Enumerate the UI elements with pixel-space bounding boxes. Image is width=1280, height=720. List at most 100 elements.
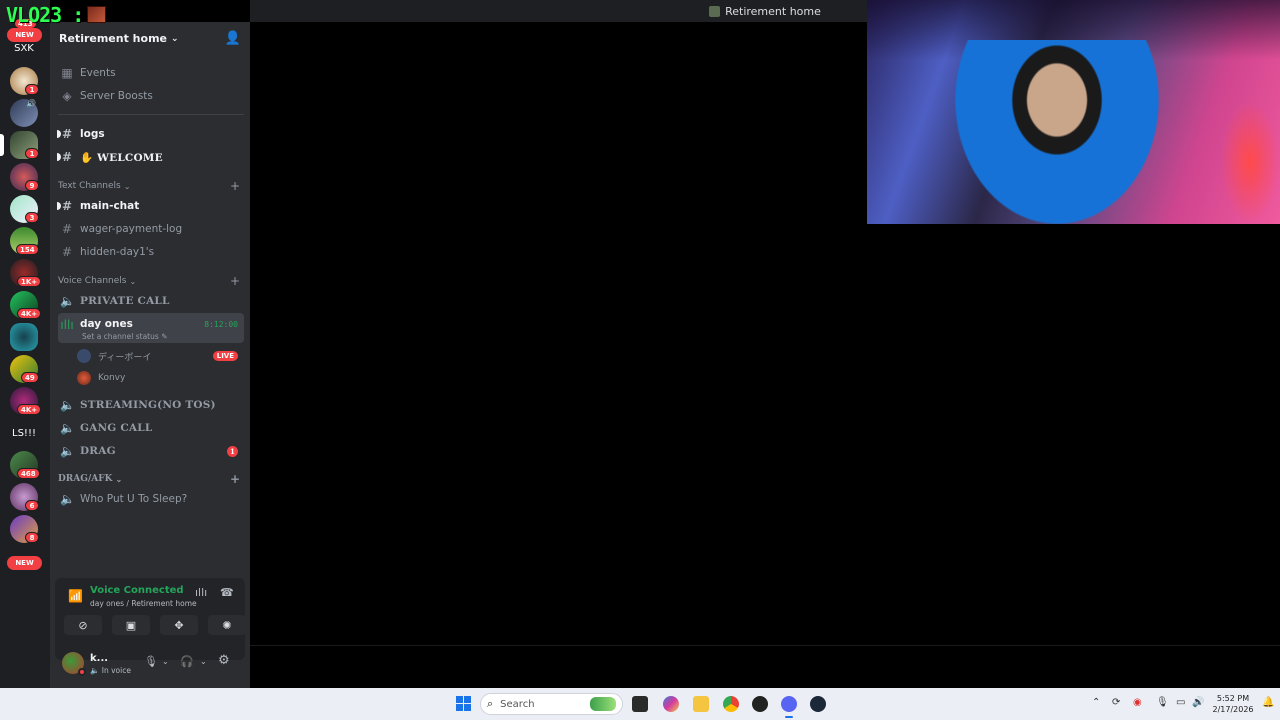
voice-channel-afk[interactable]: 🔈 Who Put U To Sleep? <box>58 489 244 509</box>
avatar <box>77 371 91 385</box>
stream-overlay-tag: VLO23 : <box>6 3 84 27</box>
taskbar-search[interactable]: ⌕ Search <box>480 693 623 715</box>
calendar-icon: ▦ <box>61 66 73 80</box>
gear-icon[interactable]: ⚙ <box>218 653 230 668</box>
channel-wager-payment-log[interactable]: # wager-payment-log <box>58 219 244 239</box>
voice-connected-subtitle[interactable]: day ones / Retirement home <box>90 599 197 608</box>
file-explorer-icon[interactable] <box>693 696 709 712</box>
discord-icon[interactable] <box>781 696 797 712</box>
volume-icon[interactable]: 🔊 <box>1192 697 1204 708</box>
voice-channel-streaming[interactable]: 🔈 STREAMING(NO TOS) <box>58 395 244 415</box>
soundboard-button[interactable]: ✺ <box>208 615 246 635</box>
notifications-icon[interactable]: 🔔 <box>1262 697 1274 708</box>
category-voice-channels[interactable]: Voice Channels ⌄ + <box>58 274 244 288</box>
noise-suppression-icon[interactable]: ıllı <box>195 586 207 599</box>
server-item-label[interactable]: LS!!! <box>0 428 48 439</box>
channel-main-chat[interactable]: # main-chat <box>57 196 244 216</box>
chevron-down-icon[interactable]: ⌄ <box>200 657 207 666</box>
microphone-icon[interactable]: 🎙 <box>144 655 158 668</box>
chevron-down-icon: ⌄ <box>123 181 131 191</box>
voice-channel-gang-call[interactable]: 🔈 GANG CALL <box>58 418 244 438</box>
screen-share-icon: ▣ <box>125 618 137 632</box>
disconnect-icon[interactable]: ☎ <box>220 586 234 599</box>
add-channel-icon[interactable]: + <box>230 179 240 193</box>
chrome-icon[interactable] <box>723 696 739 712</box>
windows-start-icon[interactable] <box>456 696 471 711</box>
hash-icon: # <box>61 222 73 236</box>
boost-icon: ◈ <box>62 89 72 103</box>
new-unreads-pill[interactable]: NEW <box>7 28 42 42</box>
voice-channel-day-ones[interactable]: ıllı day ones 8:12:00 Set a channel stat… <box>58 313 244 343</box>
server-badge: 1 <box>25 84 39 95</box>
voice-user[interactable]: ディーボーイ LIVE <box>77 347 242 365</box>
voice-channel-private-call[interactable]: 🔈 PRIVATE CALL <box>58 291 244 311</box>
streamer-image <box>942 40 1172 224</box>
divider <box>58 114 244 115</box>
soundboard-icon: ✺ <box>222 618 232 632</box>
category-drag-afk[interactable]: DRAG/AFK ⌄ + <box>58 472 244 486</box>
add-member-icon[interactable]: 👤 <box>225 31 241 46</box>
hash-icon: # <box>61 127 73 141</box>
add-channel-icon[interactable]: + <box>230 274 240 288</box>
channel-status-prompt[interactable]: Set a channel status ✎ <box>82 332 167 341</box>
search-icon: ⌕ <box>487 697 494 710</box>
chevron-down-icon[interactable]: ⌄ <box>162 657 169 666</box>
voice-user-name: ディーボーイ <box>98 352 152 363</box>
channel-sidebar: Retirement home ⌄ 👤 ▦ Events ◈ Server Bo… <box>50 22 250 688</box>
app-tray-icon[interactable]: ◉ <box>1133 697 1142 708</box>
server-badge: 4K+ <box>17 404 42 415</box>
channel-label: day ones <box>80 318 133 330</box>
headphones-icon[interactable]: 🎧 <box>180 655 194 668</box>
channel-label: ✋ WELCOME <box>80 151 163 164</box>
server-badge: 1K+ <box>17 276 42 287</box>
activities-button[interactable]: ✥ <box>160 615 198 635</box>
server-badge: 468 <box>17 468 40 479</box>
channel-welcome[interactable]: # ✋ WELCOME <box>57 147 244 167</box>
light-glow <box>1220 100 1280 224</box>
channel-label: wager-payment-log <box>80 223 183 235</box>
screen-share-button[interactable]: ▣ <box>112 615 150 635</box>
voice-channel-drag[interactable]: 🔈 DRAG 1 <box>58 441 244 461</box>
events-item[interactable]: ▦ Events <box>58 63 244 83</box>
user-status: 🔈 In voice <box>90 666 131 675</box>
sync-icon[interactable]: ⟳ <box>1112 697 1120 708</box>
live-badge: LIVE <box>212 351 238 361</box>
category-text-channels[interactable]: Text Channels ⌄ + <box>58 179 244 193</box>
user-panel: k... 🔈 In voice 🎙 ⌄ 🎧 ⌄ ⚙ <box>50 644 250 688</box>
speaker-icon: 🔈 <box>60 492 75 506</box>
server-badge: 154 <box>16 244 39 255</box>
server-badge: 9 <box>25 180 39 191</box>
hash-icon: # <box>61 150 73 164</box>
server-item-label[interactable]: SXK <box>0 43 48 54</box>
channel-logs[interactable]: # logs <box>57 124 244 144</box>
system-clock[interactable]: 5:52 PM 2/17/2026 <box>1210 693 1256 715</box>
copilot-icon[interactable] <box>663 696 679 712</box>
user-name[interactable]: k... <box>90 653 108 664</box>
microphone-icon[interactable]: 🎙 <box>1156 697 1169 708</box>
server-badge: 1 <box>25 148 39 159</box>
new-unreads-pill[interactable]: NEW <box>7 556 42 570</box>
server-item[interactable] <box>10 323 38 351</box>
add-channel-icon[interactable]: + <box>230 472 240 486</box>
chevron-up-icon[interactable]: ⌃ <box>1092 697 1100 708</box>
channel-label: logs <box>80 128 105 140</box>
voice-user[interactable]: Konvy <box>77 369 242 387</box>
speaker-icon: 🔈 <box>60 294 76 308</box>
app-icon[interactable] <box>752 696 768 712</box>
server-name: Retirement home <box>59 32 167 45</box>
task-view-icon[interactable] <box>632 696 648 712</box>
network-icon[interactable]: ▭ <box>1176 697 1185 708</box>
channel-label: PRIVATE CALL <box>80 295 170 307</box>
server-boosts-label: Server Boosts <box>80 90 153 102</box>
voice-connected-title[interactable]: Voice Connected <box>90 585 184 596</box>
camera-toggle-button[interactable]: ⊘ <box>64 615 102 635</box>
webcam-overlay <box>867 0 1280 224</box>
status-prompt-text: Set a channel status <box>82 332 159 341</box>
channel-label: STREAMING(NO TOS) <box>80 399 216 411</box>
taskbar: ⌕ Search ⌃ ⟳ ◉ 🎙 ▭ 🔊 5:52 PM 2/17/2026 🔔 <box>0 688 1280 720</box>
pencil-icon: ✎ <box>161 332 168 341</box>
signal-icon[interactable]: 📶 <box>68 589 83 603</box>
channel-hidden-day1s[interactable]: # hidden-day1's <box>58 242 244 262</box>
server-boosts-item[interactable]: ◈ Server Boosts <box>58 86 244 106</box>
steam-icon[interactable] <box>810 696 826 712</box>
